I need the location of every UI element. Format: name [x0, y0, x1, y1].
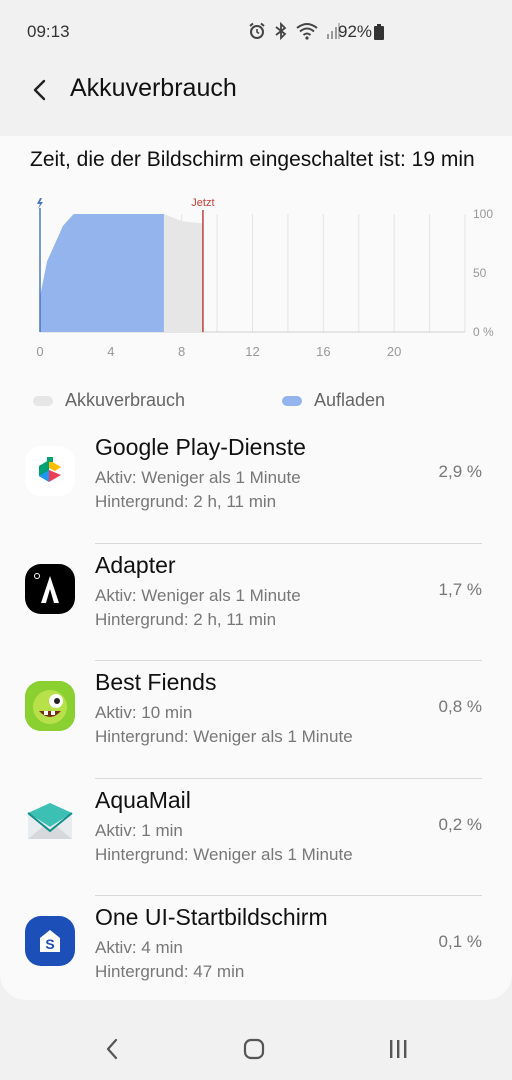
chart-legend: Akkuverbrauch Aufladen: [0, 390, 512, 414]
one-ui-home-icon: S: [25, 916, 75, 966]
legend-swatch-charging: [282, 395, 302, 406]
app-usage-percent: 0,2 %: [438, 814, 482, 834]
legend-swatch-usage: [33, 395, 53, 406]
app-usage-list: Google Play-Dienste Aktiv: Weniger als 1…: [0, 426, 512, 1014]
legend-item-usage: Akkuverbrauch: [33, 390, 185, 411]
battery-chart-svg: Jetzt 0 4 8 12 16 20 100 50 0 %: [36, 197, 494, 359]
x-tick-label: 20: [387, 344, 401, 359]
app-usage-percent: 0,1 %: [438, 932, 482, 951]
app-name: Adapter: [95, 551, 176, 578]
now-marker-label: Jetzt: [191, 197, 214, 209]
wifi-icon: [296, 23, 318, 40]
app-name: AquaMail: [95, 786, 191, 813]
series-area-charging: [40, 214, 164, 332]
bluetooth-icon: [275, 22, 287, 40]
y-tick-label: 0 %: [473, 325, 494, 339]
nav-back-button[interactable]: [90, 1034, 134, 1064]
x-tick-label: 0: [36, 344, 43, 359]
alarm-icon: [249, 22, 265, 39]
status-time: 09:13: [27, 22, 70, 41]
back-icon: [106, 1038, 118, 1060]
battery-percent: 92%: [338, 22, 373, 41]
app-background-time: Hintergrund: Weniger als 1 Minute: [95, 727, 353, 746]
app-usage-percent: 2,9 %: [438, 462, 482, 481]
app-active-time: Aktiv: Weniger als 1 Minute: [95, 585, 301, 605]
legend-item-charging: Aufladen: [282, 390, 385, 411]
best-fiends-icon: [25, 681, 75, 731]
app-row-google-play-services[interactable]: Google Play-Dienste Aktiv: Weniger als 1…: [0, 426, 512, 544]
battery-icon: [374, 24, 384, 40]
app-name: One UI-Startbildschirm: [95, 904, 328, 930]
battery-usage-card: Zeit, die der Bildschirm eingeschaltet i…: [0, 136, 512, 1000]
legend-label-charging: Aufladen: [314, 390, 386, 410]
legend-label-usage: Akkuverbrauch: [65, 390, 186, 410]
series-area-usage: [163, 214, 203, 332]
y-tick-label: 100: [473, 207, 493, 221]
y-tick-label: 50: [473, 266, 487, 280]
app-header: Akkuverbrauch: [0, 60, 512, 120]
back-button[interactable]: [22, 72, 58, 108]
home-icon: [243, 1038, 265, 1060]
page-title: Akkuverbrauch: [70, 74, 237, 102]
svg-text:S: S: [45, 936, 54, 952]
app-active-time: Aktiv: 4 min: [95, 938, 183, 957]
app-row-aquamail[interactable]: AquaMail Aktiv: 1 min Hintergrund: Wenig…: [0, 779, 512, 896]
google-play-services-icon: [25, 446, 75, 496]
app-usage-percent: 0,8 %: [438, 697, 482, 716]
app-row-one-ui-home[interactable]: S One UI-Startbildschirm Aktiv: 4 min Hi…: [0, 896, 512, 1014]
app-row-adapter[interactable]: Adapter Aktiv: Weniger als 1 Minute Hint…: [0, 544, 512, 661]
x-tick-label: 8: [178, 344, 185, 359]
app-background-time: Hintergrund: Weniger als 1 Minute: [95, 844, 353, 864]
arrow-left-icon: [33, 79, 46, 101]
x-tick-label: 16: [316, 344, 330, 359]
app-row-best-fiends[interactable]: Best Fiends Aktiv: 10 min Hintergrund: W…: [0, 661, 512, 779]
app-background-time: Hintergrund: 2 h, 11 min: [95, 609, 277, 629]
app-background-time: Hintergrund: 47 min: [95, 962, 245, 981]
navigation-bar: [0, 1010, 512, 1080]
app-name: Best Fiends: [95, 669, 217, 695]
x-tick-label: 4: [107, 344, 114, 359]
app-name: Google Play-Dienste: [95, 434, 306, 460]
aquamail-icon: [25, 798, 75, 849]
app-active-time: Aktiv: Weniger als 1 Minute: [95, 468, 301, 487]
x-tick-label: 12: [245, 344, 259, 359]
adapter-icon: [25, 563, 75, 614]
lightning-icon: [37, 198, 43, 209]
battery-chart: Jetzt 0 4 8 12 16 20 100 50 0 %: [0, 192, 512, 372]
app-active-time: Aktiv: 10 min: [95, 703, 193, 722]
screen-on-time: Zeit, die der Bildschirm eingeschaltet i…: [30, 148, 475, 171]
nav-recents-button[interactable]: [376, 1034, 420, 1064]
status-bar: 09:13 92%: [0, 0, 512, 64]
recents-icon: [390, 1040, 407, 1058]
app-background-time: Hintergrund: 2 h, 11 min: [95, 492, 277, 511]
app-usage-percent: 1,7 %: [438, 579, 482, 599]
status-icons: [248, 22, 340, 40]
app-active-time: Aktiv: 1 min: [95, 820, 183, 840]
nav-home-button[interactable]: [232, 1034, 276, 1064]
